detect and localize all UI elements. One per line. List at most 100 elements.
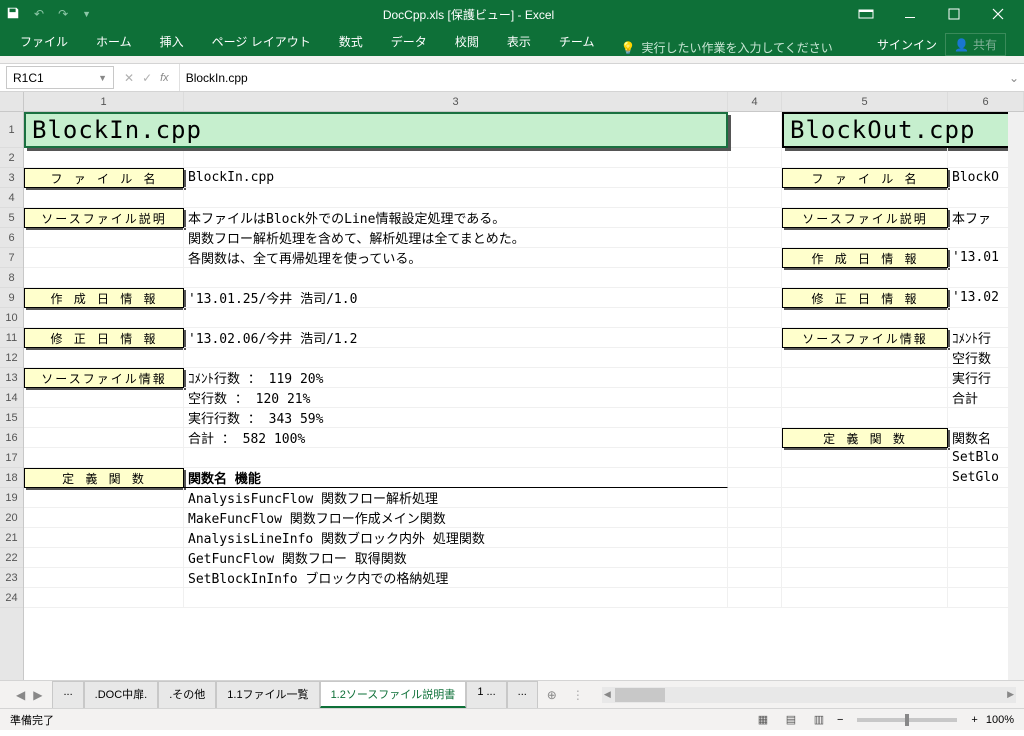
row-header[interactable]: 20 xyxy=(0,508,23,528)
col-header[interactable]: 6 xyxy=(948,92,1024,111)
cell[interactable] xyxy=(728,148,782,168)
cell[interactable]: ソースファイル情報 xyxy=(782,328,948,348)
cell[interactable] xyxy=(728,388,782,408)
cell[interactable]: 作 成 日 情 報 xyxy=(24,288,184,308)
tab-insert[interactable]: 挿入 xyxy=(148,27,196,56)
cell[interactable] xyxy=(728,168,782,188)
cell[interactable] xyxy=(184,148,728,168)
tab-team[interactable]: チーム xyxy=(547,27,607,56)
cell[interactable] xyxy=(24,448,184,468)
fx-icon[interactable]: fx xyxy=(160,72,169,84)
zoom-out-icon[interactable]: − xyxy=(837,714,843,726)
enter-icon[interactable]: ✓ xyxy=(142,71,152,85)
redo-icon[interactable]: ↷ xyxy=(58,7,68,21)
tab-home[interactable]: ホーム xyxy=(84,27,144,56)
cell[interactable] xyxy=(782,348,948,368)
cell[interactable] xyxy=(782,468,948,488)
page-break-view-icon[interactable]: ▥ xyxy=(809,712,829,728)
expand-formula-icon[interactable]: ⌄ xyxy=(1004,64,1024,91)
row-header[interactable]: 17 xyxy=(0,448,23,468)
sheet-tab[interactable]: .DOC中扉. xyxy=(84,681,159,708)
row-header[interactable]: 23 xyxy=(0,568,23,588)
cell[interactable] xyxy=(782,528,948,548)
cell[interactable] xyxy=(24,548,184,568)
cell[interactable]: AnalysisLineInfo 関数ブロック内外 処理関数 xyxy=(184,528,728,548)
cell[interactable] xyxy=(24,568,184,588)
col-header[interactable]: 3 xyxy=(184,92,728,111)
row-header[interactable]: 22 xyxy=(0,548,23,568)
cell[interactable]: 関数フロー解析処理を含めて、解析処理は全てまとめた。 xyxy=(184,228,728,248)
tab-data[interactable]: データ xyxy=(379,27,439,56)
cell[interactable] xyxy=(24,308,184,328)
row-header[interactable]: 12 xyxy=(0,348,23,368)
cell[interactable]: フ ァ イ ル 名 xyxy=(782,168,948,188)
cell[interactable] xyxy=(782,488,948,508)
zoom-in-icon[interactable]: + xyxy=(971,714,977,726)
cell[interactable] xyxy=(728,348,782,368)
scrollbar-thumb[interactable] xyxy=(615,688,665,702)
cell[interactable] xyxy=(728,468,782,488)
cell[interactable]: SetBlockInInfo ブロック内での格納処理 xyxy=(184,568,728,588)
cell[interactable] xyxy=(782,588,948,608)
sheet-tab[interactable]: 1.1ファイル一覧 xyxy=(216,681,319,708)
cell[interactable] xyxy=(782,148,948,168)
spreadsheet-grid[interactable]: 123456789101112131415161718192021222324 … xyxy=(0,92,1024,680)
cell[interactable]: ソースファイル情報 xyxy=(24,368,184,388)
cells-area[interactable]: BlockIn.cppBlockOut.cppフ ァ イ ル 名BlockIn.… xyxy=(24,112,1024,608)
cell[interactable] xyxy=(782,408,948,428)
row-header[interactable]: 10 xyxy=(0,308,23,328)
cell[interactable] xyxy=(728,568,782,588)
cell[interactable]: GetFuncFlow 関数フロー 取得関数 xyxy=(184,548,728,568)
row-header[interactable]: 7 xyxy=(0,248,23,268)
row-header[interactable]: 3 xyxy=(0,168,23,188)
cell[interactable] xyxy=(184,588,728,608)
cell[interactable] xyxy=(728,588,782,608)
maximize-icon[interactable] xyxy=(934,2,974,26)
col-header[interactable]: 4 xyxy=(728,92,782,111)
cell[interactable] xyxy=(728,308,782,328)
row-header[interactable]: 9 xyxy=(0,288,23,308)
cell[interactable]: 空行数 ： 120 21% xyxy=(184,388,728,408)
share-button[interactable]: 👤 共有 xyxy=(945,33,1006,56)
col-header[interactable]: 1 xyxy=(24,92,184,111)
cell[interactable] xyxy=(728,208,782,228)
cell[interactable] xyxy=(782,388,948,408)
page-layout-view-icon[interactable]: ▤ xyxy=(781,712,801,728)
cell[interactable]: 実行行数 ： 343 59% xyxy=(184,408,728,428)
zoom-level[interactable]: 100% xyxy=(986,714,1014,726)
sheet-tab[interactable]: 1.2ソースファイル説明書 xyxy=(320,681,467,708)
cell[interactable] xyxy=(24,228,184,248)
cell[interactable]: 定 義 関 数 xyxy=(24,468,184,488)
cell[interactable] xyxy=(24,428,184,448)
cell[interactable] xyxy=(24,588,184,608)
cell[interactable]: 定 義 関 数 xyxy=(782,428,948,448)
cell[interactable]: 本ファイルはBlock外でのLine情報設定処理である。 xyxy=(184,208,728,228)
cell[interactable]: ｺﾒﾝﾄ行数 ： 119 20% xyxy=(184,368,728,388)
sheet-tab[interactable]: .その他 xyxy=(158,681,216,708)
sheet-tab[interactable]: 1 ... xyxy=(466,681,506,708)
cell[interactable] xyxy=(728,488,782,508)
cell[interactable] xyxy=(782,568,948,588)
cell[interactable]: BlockIn.cpp xyxy=(24,112,728,148)
cell[interactable] xyxy=(782,228,948,248)
zoom-slider[interactable] xyxy=(857,718,957,722)
cell[interactable]: ソースファイル説明 xyxy=(24,208,184,228)
col-header[interactable]: 5 xyxy=(782,92,948,111)
cell[interactable] xyxy=(728,448,782,468)
cell[interactable] xyxy=(728,408,782,428)
cell[interactable] xyxy=(24,508,184,528)
cell[interactable] xyxy=(24,488,184,508)
row-header[interactable]: 6 xyxy=(0,228,23,248)
vertical-scrollbar[interactable] xyxy=(1008,112,1024,680)
row-header[interactable]: 5 xyxy=(0,208,23,228)
tell-me-search[interactable]: 💡 実行したい作業を入力してください xyxy=(610,39,863,56)
cell[interactable] xyxy=(782,448,948,468)
row-header[interactable]: 24 xyxy=(0,588,23,608)
name-box[interactable]: R1C1 ▼ xyxy=(6,66,114,89)
cell[interactable] xyxy=(24,528,184,548)
cell[interactable] xyxy=(728,248,782,268)
cell[interactable] xyxy=(728,288,782,308)
cell[interactable] xyxy=(728,508,782,528)
sheet-nav-next-icon[interactable]: ▶ xyxy=(33,688,42,702)
row-header[interactable]: 19 xyxy=(0,488,23,508)
